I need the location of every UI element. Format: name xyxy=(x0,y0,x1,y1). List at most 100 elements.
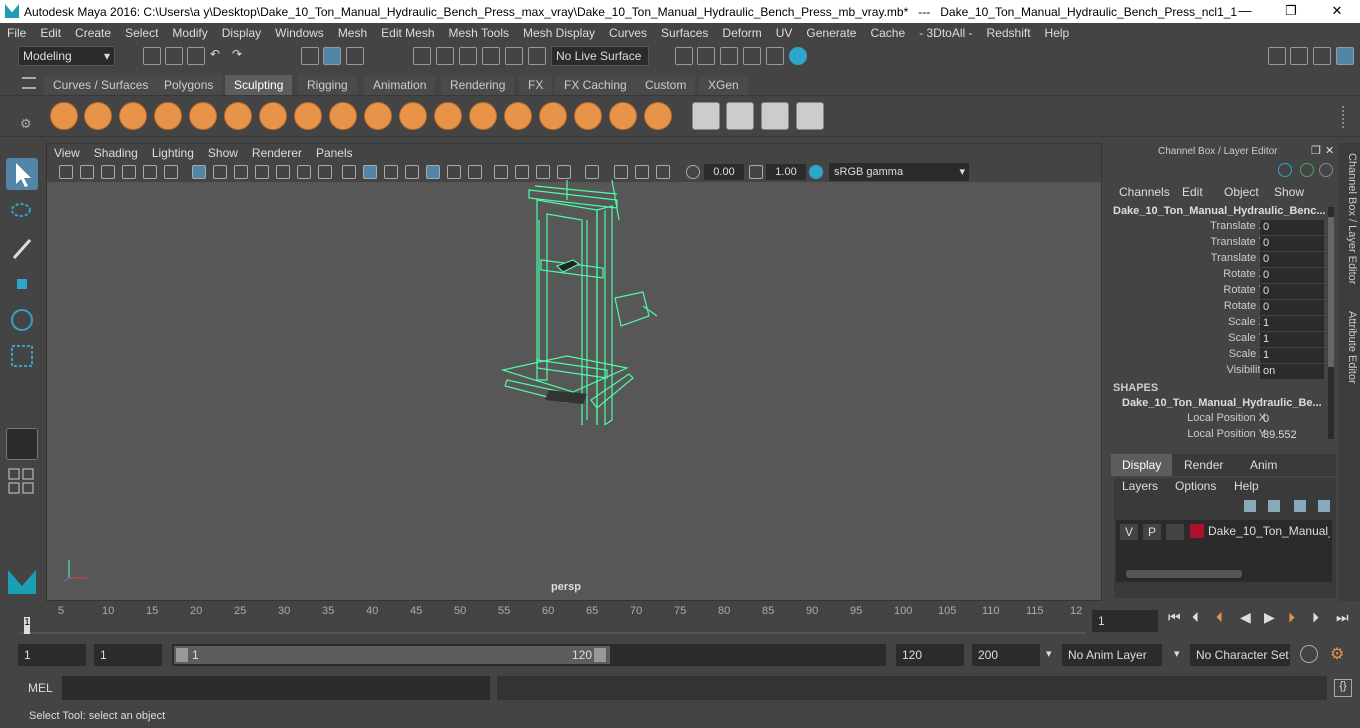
tab-polygons[interactable]: Polygons xyxy=(155,75,223,95)
attr-translate-x[interactable]: Translate X0 xyxy=(1108,220,1332,236)
new-layer-icon[interactable] xyxy=(1294,500,1306,512)
sculpt-settings-icon[interactable] xyxy=(726,102,754,130)
tab-animation[interactable]: Animation xyxy=(364,75,436,95)
step-forward-key-icon[interactable]: ⏵ xyxy=(1288,609,1295,626)
layer-color-swatch[interactable] xyxy=(1190,524,1204,538)
menu-file[interactable]: File xyxy=(0,26,33,40)
persp-viewport[interactable]: View Shading Lighting Show Renderer Pane… xyxy=(46,143,1102,601)
tab-fx-caching[interactable]: FX Caching xyxy=(555,75,636,95)
snap-grid-icon[interactable] xyxy=(413,47,431,65)
shelf-scroll-icon[interactable] xyxy=(1342,106,1350,128)
sculpt-mesh-icon[interactable] xyxy=(796,102,824,130)
smooth-tool-icon[interactable] xyxy=(84,102,112,130)
menu-redshift[interactable]: Redshift xyxy=(980,26,1038,40)
foamy-tool-icon[interactable] xyxy=(259,102,287,130)
character-set-dropdown[interactable]: No Character Set xyxy=(1190,644,1290,666)
four-view-layout-icon[interactable] xyxy=(6,466,38,496)
attribute-editor-side-tab[interactable]: Attribute Editor xyxy=(1340,311,1358,384)
exposure-field[interactable]: 0.00 xyxy=(704,164,744,180)
anim-layer-dropdown[interactable]: No Anim Layer xyxy=(1062,644,1162,666)
animation-preferences-icon[interactable]: ⚙ xyxy=(1330,644,1344,664)
viewport-menu-panels[interactable]: Panels xyxy=(309,146,360,160)
mel-label[interactable]: MEL xyxy=(28,681,53,695)
live-surface-field[interactable]: No Live Surface xyxy=(551,46,649,66)
scrollbar-thumb[interactable] xyxy=(1328,217,1334,367)
channels-menu[interactable]: Channels xyxy=(1119,185,1170,199)
attr-value[interactable]: 89.552 xyxy=(1260,428,1324,443)
channel-box-toggle-icon[interactable] xyxy=(1336,47,1354,65)
wax-tool-icon[interactable] xyxy=(399,102,427,130)
render-sequence-icon[interactable] xyxy=(697,47,715,65)
menu-surfaces[interactable]: Surfaces xyxy=(654,26,715,40)
attr-scale-z[interactable]: Scale Z1 xyxy=(1108,348,1332,364)
play-backward-icon[interactable]: ◀ xyxy=(1240,609,1251,626)
tab-render[interactable]: Render xyxy=(1175,454,1232,476)
time-ruler[interactable]: 5 10 15 20 25 30 35 40 45 50 55 60 65 70… xyxy=(20,603,1086,635)
viewport-menu-lighting[interactable]: Lighting xyxy=(145,146,201,160)
scrape-tool-icon[interactable] xyxy=(434,102,462,130)
menu-edit-mesh[interactable]: Edit Mesh xyxy=(374,26,441,40)
undo-icon[interactable]: ↶ xyxy=(210,47,228,65)
gate-mask-icon[interactable] xyxy=(255,165,269,179)
manipulator-icon[interactable] xyxy=(1278,163,1292,177)
outliner-layout-icon[interactable] xyxy=(6,502,38,532)
layer-row[interactable]: V P Dake_10_Ton_Manual_Hy xyxy=(1116,524,1332,540)
attribute-editor-toggle-icon[interactable] xyxy=(1290,47,1308,65)
fill-tool-icon[interactable] xyxy=(469,102,497,130)
script-editor-icon[interactable]: {} xyxy=(1334,679,1352,697)
menu-help[interactable]: Help xyxy=(1038,26,1077,40)
freeze-tool-icon[interactable] xyxy=(644,102,672,130)
layer-help-menu[interactable]: Help xyxy=(1234,479,1259,493)
tab-fx[interactable]: FX xyxy=(519,75,553,95)
menu-3dtoall[interactable]: - 3DtoAll - xyxy=(912,26,979,40)
flatten-tool-icon[interactable] xyxy=(224,102,252,130)
menu-edit[interactable]: Edit xyxy=(33,26,68,40)
mel-input[interactable] xyxy=(62,676,490,700)
snap-live-icon[interactable] xyxy=(528,47,546,65)
menu-curves[interactable]: Curves xyxy=(602,26,654,40)
select-tool-icon[interactable] xyxy=(6,158,38,190)
gamma-icon[interactable] xyxy=(749,165,763,179)
layer-name[interactable]: Dake_10_Ton_Manual_Hy xyxy=(1208,524,1330,538)
scale-tool-icon[interactable] xyxy=(6,340,38,372)
attr-value[interactable]: 0 xyxy=(1260,284,1324,299)
tab-rigging[interactable]: Rigging xyxy=(298,75,357,95)
attr-translate-y[interactable]: Translate Y0 xyxy=(1108,236,1332,252)
image-plane-icon[interactable] xyxy=(122,165,136,179)
attr-scale-y[interactable]: Scale Y1 xyxy=(1108,332,1332,348)
tab-custom[interactable]: Custom xyxy=(636,75,696,95)
attr-scale-x[interactable]: Scale X1 xyxy=(1108,316,1332,332)
film-gate-icon[interactable] xyxy=(213,165,227,179)
menu-mesh[interactable]: Mesh xyxy=(331,26,374,40)
menu-mesh-tools[interactable]: Mesh Tools xyxy=(442,26,516,40)
exposure-icon[interactable] xyxy=(686,165,700,179)
attr-rotate-z[interactable]: Rotate Z0 xyxy=(1108,300,1332,316)
cb-object-menu[interactable]: Object xyxy=(1224,185,1259,199)
mode-dropdown[interactable]: Modeling ▾ xyxy=(18,46,115,66)
menu-modify[interactable]: Modify xyxy=(165,26,214,40)
playback-end-field[interactable]: 120 xyxy=(896,644,964,666)
menu-cache[interactable]: Cache xyxy=(863,26,912,40)
close-panel-icon[interactable]: ✕ xyxy=(1325,144,1334,157)
attr-value[interactable]: 1 xyxy=(1260,316,1324,331)
layers-menu[interactable]: Layers xyxy=(1122,479,1158,493)
xray-joints-icon[interactable] xyxy=(614,165,628,179)
tab-rendering[interactable]: Rendering xyxy=(441,75,515,95)
rotate-tool-icon[interactable] xyxy=(6,304,38,336)
safe-title-icon[interactable] xyxy=(318,165,332,179)
motion-blur-icon[interactable] xyxy=(515,165,529,179)
go-to-end-icon[interactable]: ⏭ xyxy=(1336,609,1349,626)
attr-value[interactable]: 0 xyxy=(1260,220,1324,235)
sculpt-tool-icon[interactable] xyxy=(50,102,78,130)
layer-type-toggle[interactable] xyxy=(1166,524,1184,540)
menu-select[interactable]: Select xyxy=(118,26,165,40)
menu-create[interactable]: Create xyxy=(68,26,118,40)
color-management-icon[interactable] xyxy=(809,165,823,179)
move-layer-down-icon[interactable] xyxy=(1268,500,1280,512)
lasso-tool-icon[interactable] xyxy=(6,196,38,228)
color-space-dropdown[interactable]: sRGB gamma ▾ xyxy=(829,163,969,181)
menu-generate[interactable]: Generate xyxy=(799,26,863,40)
modeling-toolkit-icon[interactable] xyxy=(1268,47,1286,65)
menu-windows[interactable]: Windows xyxy=(268,26,331,40)
open-scene-icon[interactable] xyxy=(165,47,183,65)
